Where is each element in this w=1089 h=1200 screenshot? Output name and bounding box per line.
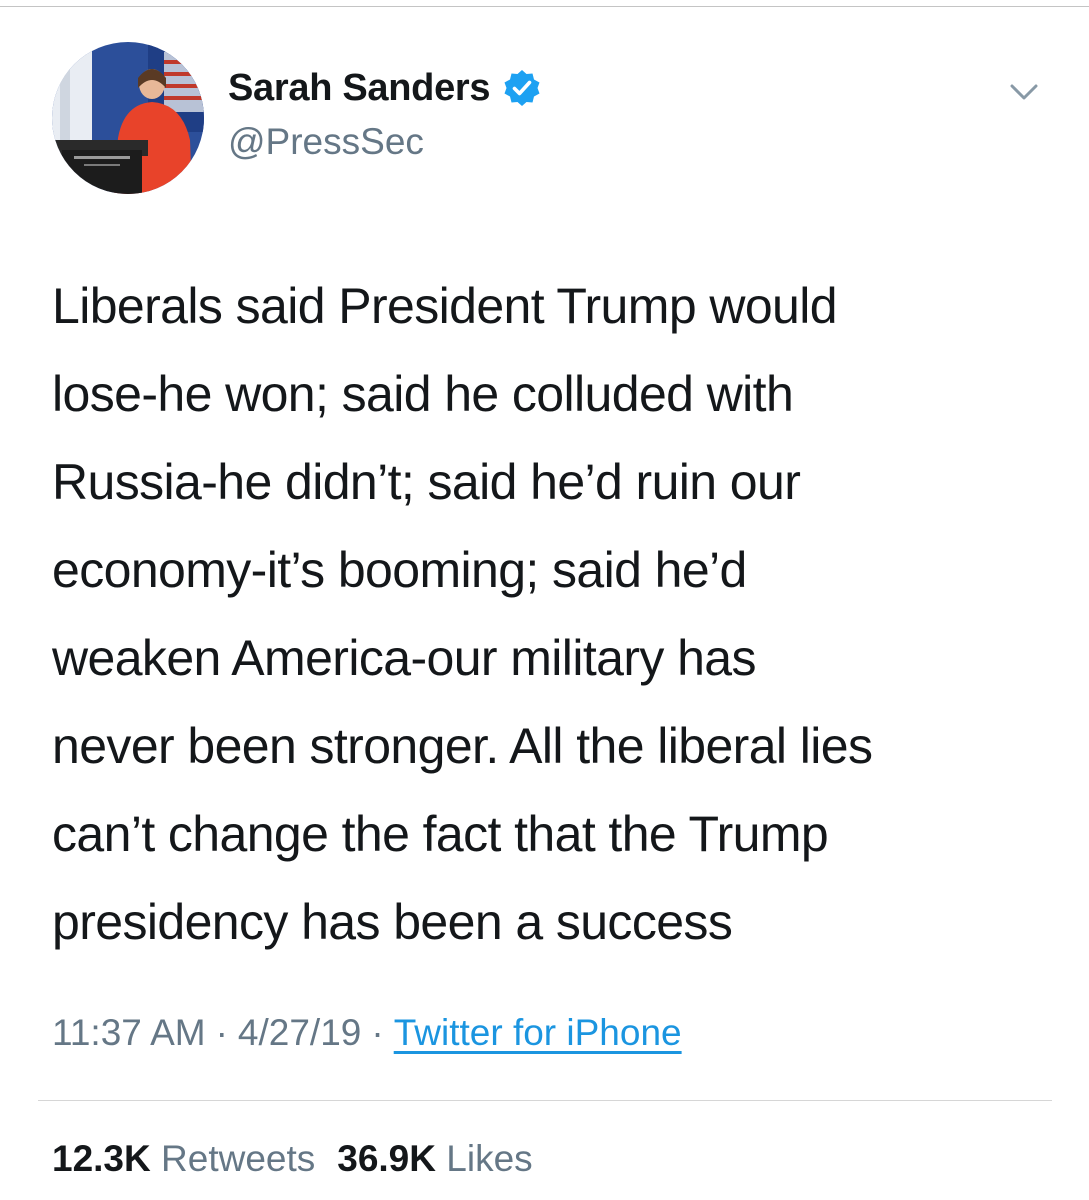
tweet-stats: 12.3K Retweets 36.9K Likes [52,1136,533,1182]
tweet-time[interactable]: 11:37 AM [52,1012,206,1053]
tweet-meta: 11:37 AM · 4/27/19 · Twitter for iPhone [52,1010,682,1056]
tweet-text-line: Russia-he didn’t; said he’d ruin our [52,454,801,510]
verified-badge-icon [504,70,540,106]
likes-stat[interactable]: 36.9K Likes [337,1138,532,1179]
tweet-source-link[interactable]: Twitter for iPhone [394,1012,682,1053]
stats-divider [38,1100,1052,1101]
tweet-text-line: presidency has been a success [52,894,733,950]
author-handle[interactable]: @PressSec [228,120,424,164]
tweet-text-line: economy-it’s booming; said he’d [52,542,747,598]
tweet-text-line: Liberals said President Trump would [52,278,838,334]
tweet-date[interactable]: 4/27/19 [238,1012,361,1053]
avatar-photo-icon [52,42,204,194]
retweets-count: 12.3K [52,1138,151,1179]
avatar[interactable] [52,42,204,194]
tweet-text-line: never been stronger. All the liberal lie… [52,718,873,774]
author-name-row[interactable]: Sarah Sanders [228,66,542,110]
meta-separator: · [215,1012,228,1053]
likes-label: Likes [446,1138,533,1179]
likes-count: 36.9K [337,1138,436,1179]
author-display-name[interactable]: Sarah Sanders [228,66,491,110]
chevron-down-icon[interactable] [1004,76,1044,108]
tweet-text-line: weaken America-our military has [52,630,756,686]
tweet-text-line: can’t change the fact that the Trump [52,806,829,862]
retweets-stat[interactable]: 12.3K Retweets [52,1138,315,1179]
top-divider [0,6,1089,7]
meta-separator: · [371,1012,384,1053]
tweet-text: Liberals said President Trump would lose… [52,262,1062,966]
retweets-label: Retweets [161,1138,316,1179]
tweet-text-line: lose-he won; said he colluded with [52,366,794,422]
